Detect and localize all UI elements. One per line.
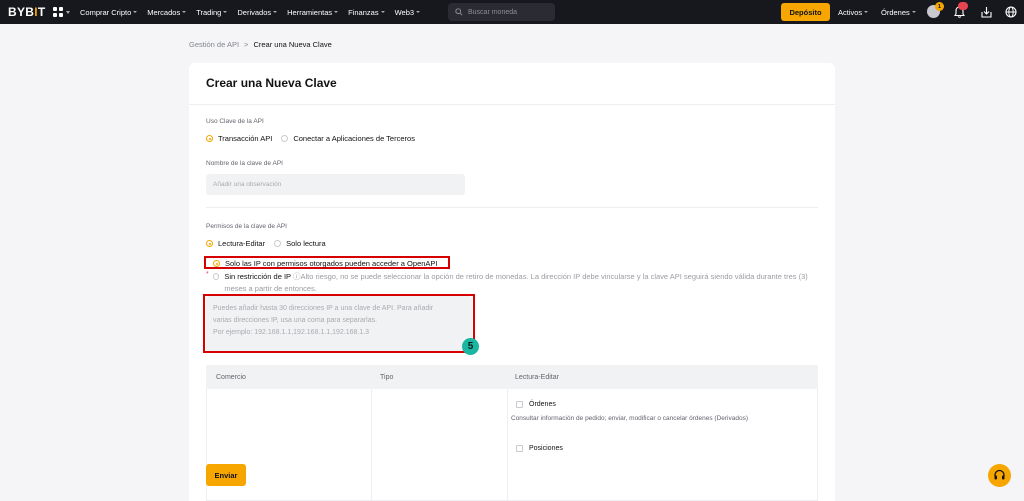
perm-posiciones-label: Posiciones — [529, 445, 563, 452]
assets-menu[interactable]: Activos — [838, 0, 869, 24]
ip-restricted-option[interactable]: Solo las IP con permisos otorgados puede… — [213, 259, 438, 268]
search-icon — [455, 8, 463, 16]
required-asterisk: * — [206, 271, 209, 278]
divider — [206, 207, 818, 208]
menu-comprar-cripto[interactable]: Comprar Cripto — [80, 8, 138, 17]
col-lectura-editar: Lectura-Editar — [515, 374, 559, 381]
globe-icon[interactable] — [1005, 6, 1017, 18]
radio-ip-unrestricted[interactable] — [213, 273, 220, 280]
breadcrumb-current: Crear una Nueva Clave — [253, 40, 332, 49]
main-menu: Comprar Cripto Mercados Trading Derivado… — [80, 8, 430, 17]
breadcrumb-parent[interactable]: Gestión de API — [189, 40, 239, 49]
menu-mercados[interactable]: Mercados — [147, 8, 187, 17]
top-nav: BYBIT Comprar Cripto Mercados Trading De… — [0, 0, 1024, 24]
step-badge: 5 — [462, 338, 479, 355]
permissions-radio-group: Lectura-Editar Solo lectura — [206, 239, 335, 248]
deposit-button[interactable]: Depósito — [781, 3, 830, 21]
breadcrumb: Gestión de API > Crear una Nueva Clave — [189, 40, 332, 49]
ip-warning-text: ⓘAlto riesgo, no se puede seleccionar la… — [224, 272, 808, 293]
name-label: Nombre de la clave de API — [206, 160, 283, 167]
radio-lectura-editar-label[interactable]: Lectura-Editar — [218, 239, 265, 248]
ip-unrestricted-option[interactable]: Sin restricción de IP ⓘAlto riesgo, no s… — [213, 271, 813, 295]
menu-web3[interactable]: Web3 — [395, 8, 421, 17]
column-divider — [507, 389, 508, 501]
radio-terceros-label[interactable]: Conectar a Aplicaciones de Terceros — [293, 134, 415, 143]
permissions-label: Permisos de la clave de API — [206, 223, 287, 230]
radio-lectura-editar[interactable] — [206, 240, 213, 247]
usage-radio-group: Transacción API Conectar a Aplicaciones … — [206, 134, 424, 143]
column-divider — [371, 389, 372, 501]
search-input[interactable]: Buscar moneda — [448, 3, 555, 21]
notification-badge — [958, 2, 968, 10]
permissions-table-header: Comercio Tipo Lectura-Editar — [206, 365, 818, 389]
radio-solo-lectura-label[interactable]: Solo lectura — [286, 239, 326, 248]
avatar-badge: 1 — [935, 2, 944, 11]
permissions-table-body: Órdenes Posiciones — [206, 389, 818, 501]
radio-transaccion-api[interactable] — [206, 135, 213, 142]
checkbox-ordenes[interactable] — [516, 401, 523, 408]
breadcrumb-separator: > — [244, 40, 249, 49]
create-key-card: Crear una Nueva Clave Uso Clave de la AP… — [189, 63, 835, 501]
menu-herramientas[interactable]: Herramientas — [287, 8, 339, 17]
radio-solo-lectura[interactable] — [274, 240, 282, 247]
key-name-input[interactable]: Añadir una observación — [206, 174, 465, 195]
ip-unrestricted-label[interactable]: Sin restricción de IP — [224, 272, 291, 281]
radio-ip-restricted[interactable] — [213, 260, 220, 267]
menu-trading[interactable]: Trading — [196, 8, 228, 17]
divider — [189, 104, 835, 105]
usage-label: Uso Clave de la API — [206, 118, 264, 125]
checkbox-posiciones[interactable] — [516, 445, 523, 452]
col-comercio: Comercio — [216, 374, 246, 381]
radio-transaccion-api-label[interactable]: Transacción API — [218, 134, 272, 143]
headset-icon — [994, 469, 1005, 480]
perm-ordenes-description: Consultar información de pedido; enviar,… — [511, 415, 749, 422]
highlight-ip-textarea — [203, 294, 475, 353]
menu-derivados[interactable]: Derivados — [237, 8, 278, 17]
apps-grid-icon[interactable] — [53, 7, 63, 17]
bybit-logo[interactable]: BYBIT — [8, 5, 45, 19]
search-placeholder: Buscar moneda — [468, 8, 518, 16]
key-name-placeholder: Añadir una observación — [213, 181, 282, 188]
menu-finanzas[interactable]: Finanzas — [348, 8, 385, 17]
perm-posiciones[interactable]: Posiciones — [516, 445, 563, 452]
perm-ordenes-label: Órdenes — [529, 401, 556, 408]
perm-ordenes[interactable]: Órdenes — [516, 401, 556, 408]
col-tipo: Tipo — [380, 374, 394, 381]
chevron-down-icon — [66, 10, 70, 14]
page-title: Crear una Nueva Clave — [206, 76, 337, 90]
ip-restricted-label[interactable]: Solo las IP con permisos otorgados puede… — [225, 259, 438, 268]
orders-menu[interactable]: Órdenes — [881, 0, 916, 24]
support-button[interactable] — [988, 464, 1011, 487]
submit-button[interactable]: Enviar — [206, 464, 246, 486]
radio-terceros[interactable] — [281, 135, 289, 142]
download-icon[interactable] — [981, 6, 992, 18]
